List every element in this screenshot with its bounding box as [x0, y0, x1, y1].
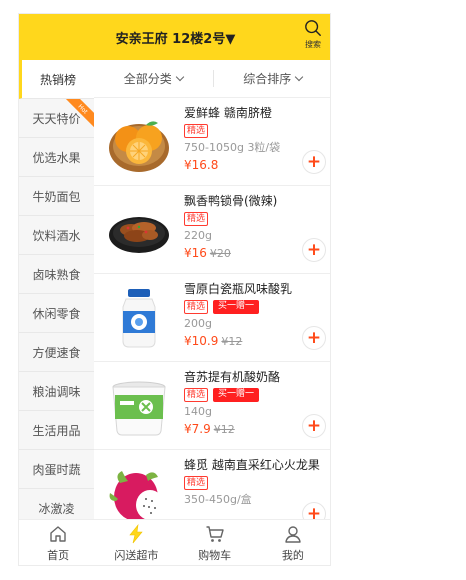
address-selector[interactable]: 安亲王府 12楼2号▼	[116, 28, 236, 47]
product-name: 雪原白瓷瓶风味酸乳	[184, 282, 293, 296]
sidebar-item-meat-veg[interactable]: 肉蛋时蔬	[19, 450, 94, 489]
product-image	[94, 362, 184, 450]
product-price: ¥16.8	[184, 158, 219, 172]
product-price: ¥7.9	[184, 422, 211, 436]
featured-tag: 精选	[184, 300, 209, 314]
yogurt-cup-image	[112, 381, 166, 436]
tab-profile[interactable]: 我的	[254, 520, 330, 565]
product-image	[94, 98, 184, 186]
product-image	[94, 274, 184, 362]
sidebar-item-hot[interactable]: 热销榜	[19, 60, 94, 99]
orange-image	[109, 121, 169, 172]
sidebar-item-grain-oil[interactable]: 粮油调味	[19, 372, 94, 411]
product-image	[94, 186, 184, 274]
product-price: ¥10.9	[184, 334, 219, 348]
sidebar-item-fruit[interactable]: 优选水果	[19, 138, 94, 177]
sidebar-item-drinks[interactable]: 饮料酒水	[19, 216, 94, 255]
product-list: 爱鲜蜂 赣南脐橙 精选 750-1050g 3粒/袋 ¥16.8 + 飘香鸭锁骨…	[94, 98, 330, 519]
sort-dropdown[interactable]: 综合排序	[212, 70, 331, 87]
featured-tag: 精选	[184, 476, 209, 490]
product-item[interactable]: 蜂觅 越南直采红心火龙果 精选 350-450g/盒 +	[94, 450, 330, 519]
product-image	[94, 450, 184, 519]
product-item[interactable]: 飘香鸭锁骨(微辣) 精选 220g ¥16 ¥20 +	[94, 186, 330, 274]
tab-flash-market[interactable]: 闪送超市	[97, 520, 175, 565]
sidebar-item-milk-bread[interactable]: 牛奶面包	[19, 177, 94, 216]
search-button[interactable]: 搜索	[302, 19, 324, 55]
product-name: 蜂觅 越南直采红心火龙果	[184, 458, 320, 472]
dragon-fruit-image	[109, 471, 164, 519]
add-to-cart-button[interactable]: +	[302, 414, 326, 438]
add-to-cart-button[interactable]: +	[302, 150, 326, 174]
original-price: ¥12	[213, 423, 235, 436]
product-item[interactable]: 雪原白瓷瓶风味酸乳 精选 买一赠一 200g ¥10.9 ¥12 +	[94, 274, 330, 362]
sidebar-item-instant-food[interactable]: 方便速食	[19, 333, 94, 372]
product-item[interactable]: 爱鲜蜂 赣南脐橙 精选 750-1050g 3粒/袋 ¥16.8 +	[94, 98, 330, 186]
promo-tag: 买一赠一	[213, 300, 260, 314]
original-price: ¥20	[209, 247, 231, 260]
product-name: 爱鲜蜂 赣南脐橙	[184, 106, 272, 120]
sidebar-item-snacks[interactable]: 休闲零食	[19, 294, 94, 333]
product-name: 飘香鸭锁骨(微辣)	[184, 194, 278, 208]
add-to-cart-button[interactable]: +	[302, 326, 326, 350]
cart-icon	[206, 526, 224, 542]
home-icon	[50, 526, 66, 542]
search-icon	[305, 20, 321, 36]
tab-home[interactable]: 首页	[19, 520, 97, 565]
category-filter-dropdown[interactable]: 全部分类	[94, 70, 213, 87]
product-name: 音苏提有机酸奶酪	[184, 370, 281, 384]
yogurt-bottle-image	[122, 289, 156, 348]
add-to-cart-button[interactable]: +	[302, 238, 326, 262]
chevron-down-icon	[175, 72, 184, 81]
search-label: 搜索	[305, 40, 321, 49]
category-sidebar: 热销榜 天天特价 Hot 优选水果 牛奶面包 饮料酒水 卤味熟食 休闲零食 方便…	[19, 60, 94, 519]
duck-bone-image	[109, 217, 169, 253]
app-header: 安亲王府 12楼2号▼ 搜索	[19, 14, 330, 60]
featured-tag: 精选	[184, 124, 209, 138]
featured-tag: 精选	[184, 212, 209, 226]
tab-cart[interactable]: 购物车	[176, 520, 254, 565]
filter-bar: 全部分类 综合排序	[94, 60, 331, 98]
product-price: ¥16	[184, 246, 207, 260]
app-screen: 安亲王府 12楼2号▼ 搜索 热销榜 天天特价 Hot 优选水果 牛奶面包 饮料…	[18, 13, 331, 566]
product-item[interactable]: 音苏提有机酸奶酪 精选 买一赠一 140g ¥7.9 ¥12 +	[94, 362, 330, 450]
lightning-icon	[129, 524, 144, 544]
featured-tag: 精选	[184, 388, 209, 402]
add-to-cart-button[interactable]: +	[302, 502, 326, 519]
sidebar-item-ice-cream[interactable]: 冰激凌	[19, 489, 94, 519]
sidebar-item-daily-goods[interactable]: 生活用品	[19, 411, 94, 450]
sidebar-item-daily-deals[interactable]: 天天特价 Hot	[19, 99, 94, 138]
chevron-down-icon	[295, 72, 304, 81]
user-icon	[285, 526, 301, 543]
original-price: ¥12	[221, 335, 243, 348]
bottom-tab-bar: 首页 闪送超市 购物车 我的	[19, 519, 330, 565]
promo-tag: 买一赠一	[213, 388, 260, 402]
sidebar-item-deli[interactable]: 卤味熟食	[19, 255, 94, 294]
